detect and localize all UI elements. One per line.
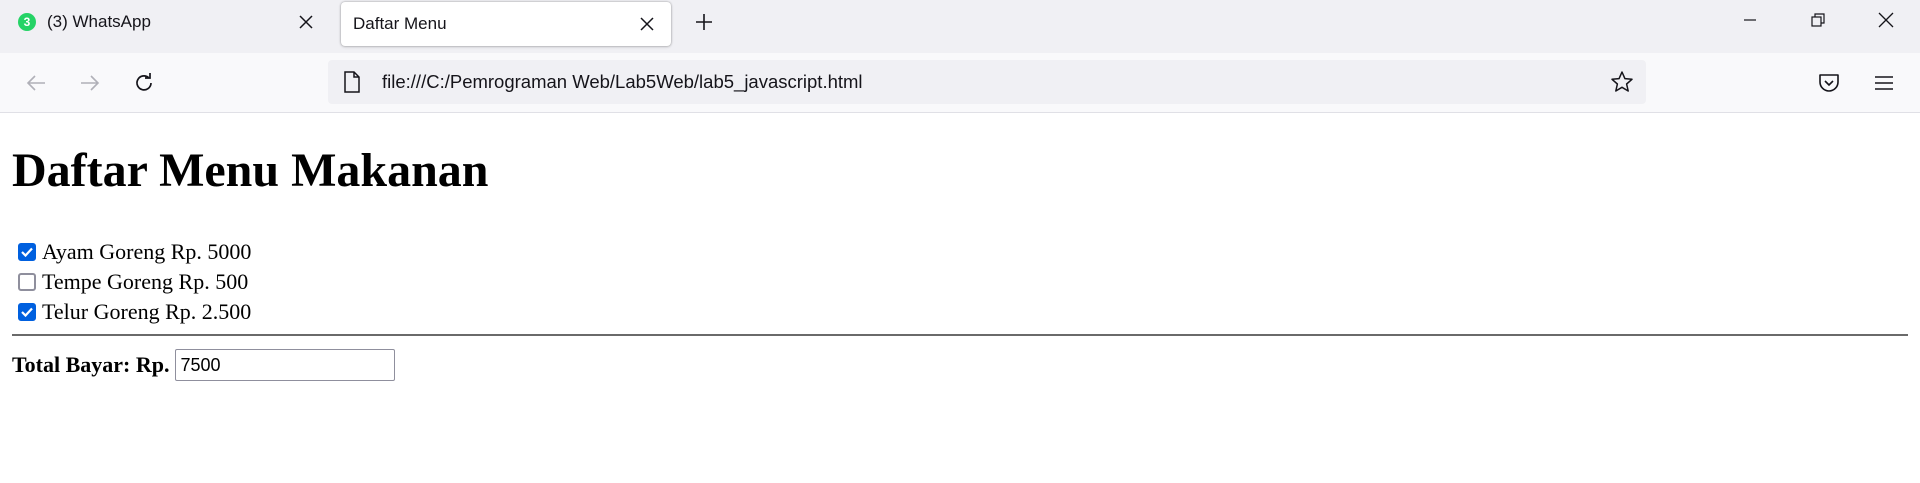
- close-window-button[interactable]: [1852, 0, 1920, 40]
- url-text[interactable]: file:///C:/Pemrograman Web/Lab5Web/lab5_…: [382, 71, 863, 93]
- checkbox-checked[interactable]: [18, 243, 36, 261]
- reload-icon: [136, 73, 152, 91]
- arrow-right-icon: [81, 75, 100, 91]
- menu-item-label: Ayam Goreng Rp. 5000: [42, 239, 252, 264]
- checkbox-unchecked[interactable]: [18, 273, 36, 291]
- pocket-icon: [1819, 74, 1839, 92]
- checkbox-checked[interactable]: [18, 303, 36, 321]
- restore-button[interactable]: [1784, 0, 1852, 40]
- page-icon: [340, 70, 364, 94]
- plus-icon: [696, 14, 712, 30]
- tab-title: Daftar Menu: [353, 14, 447, 33]
- total-row: Total Bayar: Rp.: [12, 349, 396, 381]
- horizontal-divider: [12, 334, 1908, 336]
- close-icon: [1878, 12, 1894, 28]
- star-icon[interactable]: [1610, 70, 1634, 94]
- address-bar[interactable]: file:///C:/Pemrograman Web/Lab5Web/lab5_…: [328, 60, 1646, 104]
- forward-button[interactable]: [74, 67, 106, 99]
- tab-strip: 3 (3) WhatsApp Daftar Menu: [0, 0, 1920, 53]
- pocket-button[interactable]: [1813, 67, 1845, 99]
- back-button[interactable]: [20, 67, 52, 99]
- tab-whatsapp[interactable]: 3 (3) WhatsApp: [0, 0, 330, 44]
- menu-item-tempe-goreng[interactable]: Tempe Goreng Rp. 500: [18, 267, 251, 297]
- menu-item-ayam-goreng[interactable]: Ayam Goreng Rp. 5000: [18, 237, 251, 267]
- menu-button[interactable]: [1868, 67, 1900, 99]
- whatsapp-badge-icon: 3: [18, 13, 36, 31]
- menu-item-telur-goreng[interactable]: Telur Goreng Rp. 2.500: [18, 297, 251, 327]
- window-controls: [1716, 0, 1920, 40]
- total-input[interactable]: [175, 349, 396, 381]
- minimize-button[interactable]: [1716, 0, 1784, 40]
- close-tab-icon[interactable]: [292, 8, 320, 36]
- close-tab-icon[interactable]: [633, 10, 661, 38]
- page-title: Daftar Menu Makanan: [12, 144, 489, 197]
- new-tab-button[interactable]: [688, 6, 720, 38]
- menu-list: Ayam Goreng Rp. 5000 Tempe Goreng Rp. 50…: [18, 237, 251, 327]
- minimize-icon: [1744, 19, 1756, 21]
- reload-button[interactable]: [128, 67, 160, 99]
- tab-daftar-menu[interactable]: Daftar Menu: [341, 2, 671, 46]
- menu-item-label: Telur Goreng Rp. 2.500: [42, 299, 252, 324]
- restore-icon: [1811, 13, 1825, 27]
- hamburger-icon: [1875, 76, 1893, 90]
- total-label: Total Bayar: Rp.: [12, 352, 170, 377]
- arrow-left-icon: [26, 75, 45, 91]
- menu-item-label: Tempe Goreng Rp. 500: [42, 269, 249, 294]
- tab-title: (3) WhatsApp: [47, 12, 151, 31]
- navigation-toolbar: file:///C:/Pemrograman Web/Lab5Web/lab5_…: [0, 53, 1920, 113]
